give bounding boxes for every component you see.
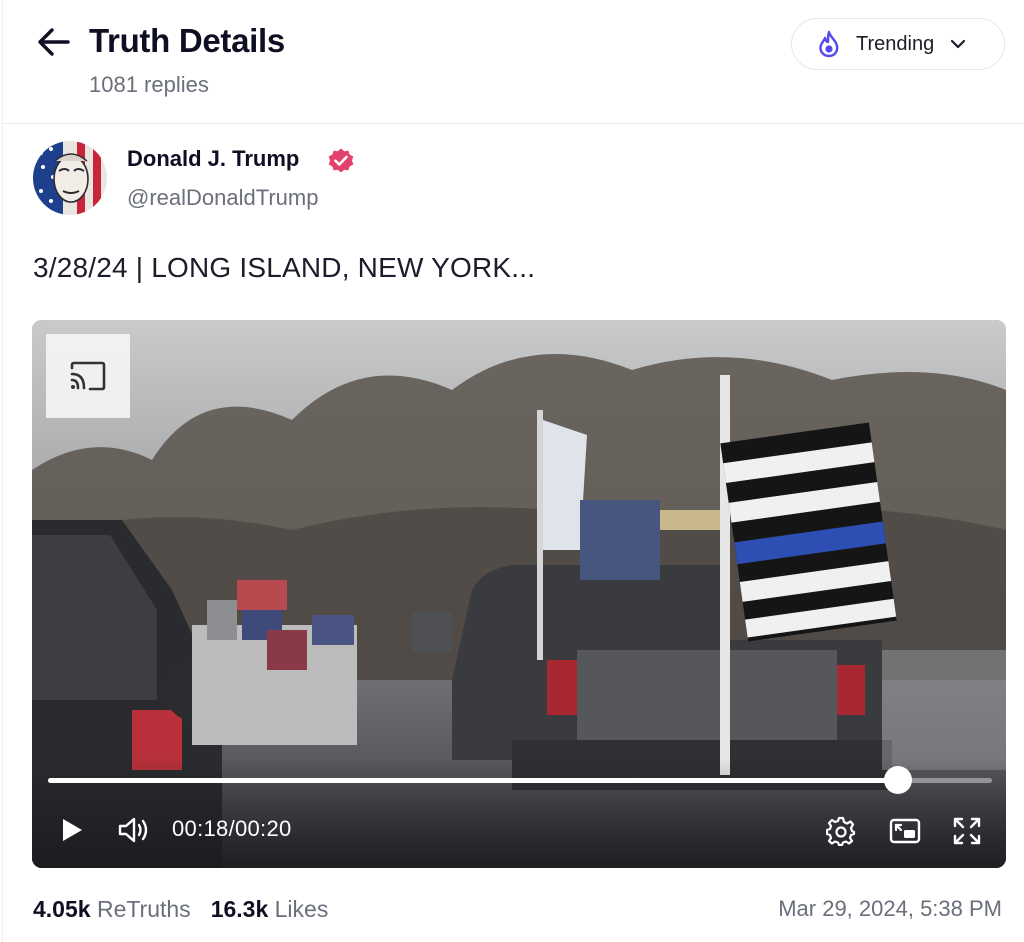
likes-count: 16.3k [210,896,269,922]
duration: 00:20 [234,816,292,841]
cast-button[interactable] [46,334,130,418]
sort-dropdown[interactable]: Trending [791,18,1005,70]
progress-scrubber[interactable] [883,766,912,794]
picture-in-picture-icon [889,818,921,844]
cast-icon [70,361,106,391]
gear-icon [826,816,856,846]
author-name[interactable]: Donald J. Trump [127,146,299,172]
progress-bar[interactable] [48,766,992,794]
author-handle[interactable]: @realDonaldTrump [127,185,318,211]
settings-button[interactable] [824,814,858,848]
chevron-down-icon [951,39,966,49]
retruths-label: ReTruths [96,896,191,922]
post-date: Mar 29, 2024, 5:38 PM [778,896,1002,921]
avatar[interactable] [33,141,107,215]
fullscreen-icon [953,817,981,845]
sort-label: Trending [856,32,935,55]
retruths-count: 4.05k [33,896,91,922]
controls-overlay [32,758,1006,868]
play-button[interactable] [54,814,90,846]
current-time: 00:18 [172,816,229,841]
back-button[interactable] [37,26,71,58]
page-title: Truth Details [89,22,285,59]
avatar-image [33,141,107,215]
play-icon [63,819,82,841]
video-time: 00:18/00:20 [172,816,292,842]
likes-label: Likes [274,896,329,922]
truth-details-page: Truth Details 1081 replies Trending Dona… [2,0,1024,942]
retruths-stat[interactable]: 4.05k ReTruths [33,896,191,923]
volume-button[interactable] [114,814,154,846]
verified-badge-icon [328,148,354,173]
replies-count: 1081 replies [89,72,209,97]
arrow-left-icon [38,28,70,56]
post-stats: 4.05k ReTruths 16.3k Likes [33,896,348,923]
picture-in-picture-button[interactable] [888,814,922,848]
progress-fill [48,778,898,783]
video-player[interactable]: 00:18/00:20 [32,320,1006,868]
fullscreen-button[interactable] [950,814,984,848]
post-text: 3/28/24 | LONG ISLAND, NEW YORK... [33,252,536,283]
flame-icon [819,30,839,58]
page-header: Truth Details 1081 replies Trending [3,0,1024,124]
volume-icon [118,817,148,843]
likes-stat[interactable]: 16.3k Likes [211,896,329,923]
